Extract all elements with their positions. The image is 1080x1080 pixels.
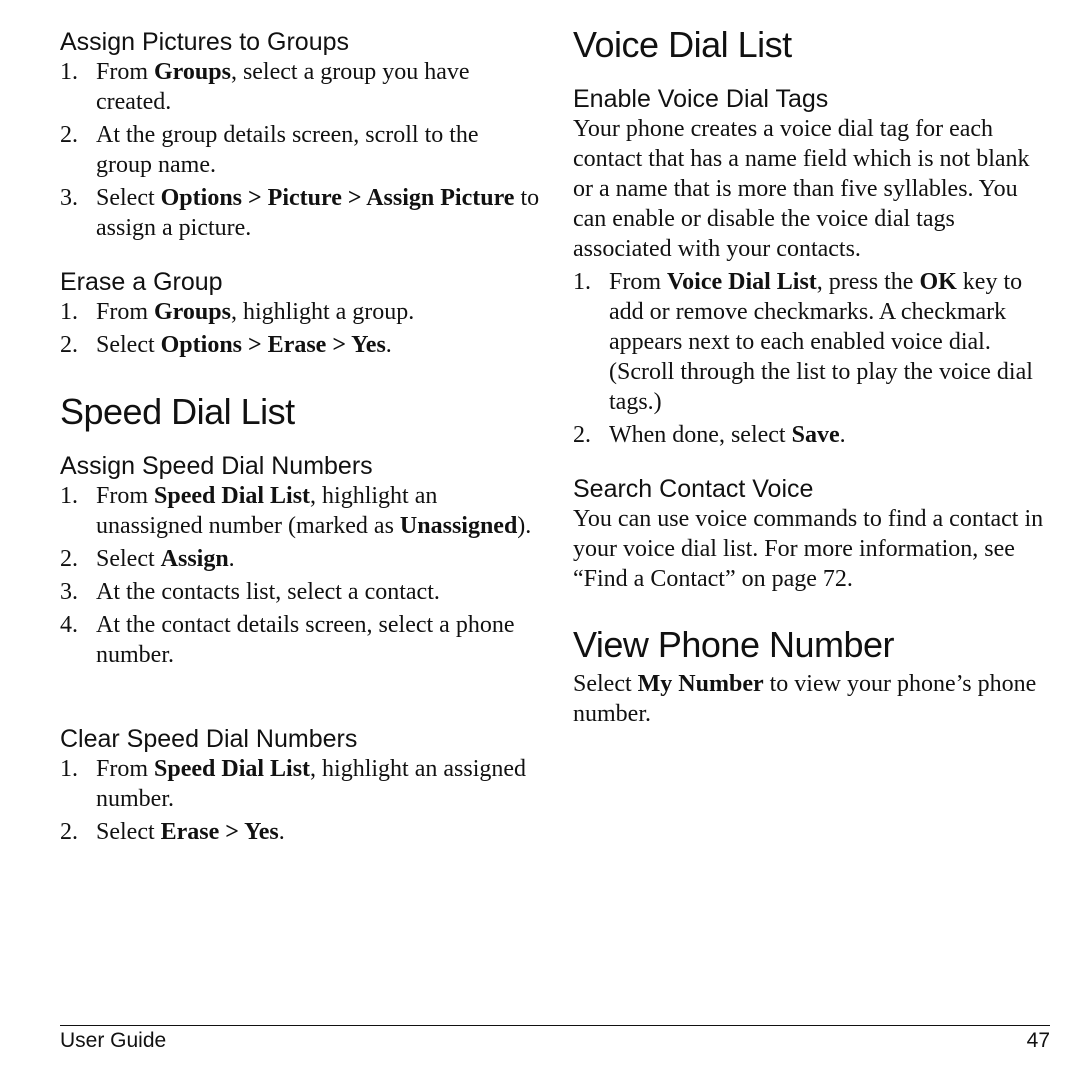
text-run: At the contacts list, select a contact. [96, 579, 440, 605]
subheading-assign-speed-dial: Assign Speed Dial Numbers [60, 452, 373, 480]
steps-list: 1. From Speed Dial List, highlight an ass… [60, 754, 540, 847]
bold-term: Groups [154, 299, 231, 325]
step-number: 3. [60, 185, 78, 211]
text-run: From [96, 483, 155, 509]
step-number: 2. [60, 546, 78, 572]
text-run: From [96, 756, 155, 782]
bold-term: Speed Dial List [154, 756, 311, 782]
step-number: 1. [60, 59, 78, 85]
list-step: 2. Select Assign. [60, 544, 540, 574]
text-run: Select [573, 671, 638, 697]
step-number: 2. [60, 819, 78, 845]
bold-term: OK [919, 269, 957, 295]
text-run: . [278, 819, 285, 845]
section-assign-pictures: Assign Pictures to Groups 1. From Groups,… [60, 27, 540, 246]
text-run: At the contact details screen, select a … [96, 612, 515, 668]
list-step: 2. At the group details screen, scroll to… [60, 120, 540, 180]
list-step: 1. From Speed Dial List, highlight an una… [60, 481, 540, 541]
text-run: , press the [816, 269, 920, 295]
list-step: 2. When done, select Save. [573, 420, 1053, 450]
text-run: When done, select [609, 422, 792, 448]
step-number: 3. [60, 579, 78, 605]
subheading-search-contact-voice: Search Contact Voice [573, 475, 814, 503]
text-run: From [609, 269, 668, 295]
step-number: 1. [60, 299, 78, 325]
text-run: At the group details screen, scroll to t… [96, 122, 479, 178]
bold-term: Assign [160, 546, 229, 572]
step-number: 2. [573, 422, 591, 448]
section-clear-speed-dial: Clear Speed Dial Numbers 1. From Speed Di… [60, 724, 540, 850]
bold-term: Voice Dial List [667, 269, 817, 295]
bold-term: My Number [637, 671, 764, 697]
step-number: 1. [60, 756, 78, 782]
list-step: 2. Select Erase > Yes. [60, 817, 540, 847]
step-number: 1. [60, 483, 78, 509]
bold-term: Options > Erase > Yes [160, 332, 386, 358]
subheading-enable-voice-tags: Enable Voice Dial Tags [573, 85, 829, 113]
section-view-phone-number: View Phone Number Select My Number to vi… [573, 625, 1053, 729]
text-run: . [839, 422, 846, 448]
bold-term: Save [791, 422, 840, 448]
step-number: 2. [60, 122, 78, 148]
text-run: Select [96, 332, 161, 358]
text-run: . [385, 332, 392, 358]
section-search-contact-voice: Search Contact Voice You can use voice c… [573, 474, 1053, 594]
list-step: 2. Select Options > Erase > Yes. [60, 330, 540, 360]
list-step: 1. From Voice Dial List, press the OK key… [573, 267, 1053, 417]
steps-list: 1. From Groups, highlight a group. 2. Selec… [60, 297, 540, 360]
footer-title: User Guide [60, 1029, 167, 1052]
text-run: Select [96, 819, 161, 845]
text-run: . [228, 546, 235, 572]
bold-term: Unassigned [399, 513, 518, 539]
text-run: , highlight a group. [230, 299, 415, 325]
subheading-assign-pictures: Assign Pictures to Groups [60, 28, 350, 56]
footer-divider [60, 1025, 1050, 1026]
steps-list: 1. From Voice Dial List, press the OK key… [573, 267, 1053, 450]
text-run: ). [517, 513, 532, 539]
text-run: From [96, 299, 155, 325]
bold-term: Speed Dial List [154, 483, 311, 509]
bold-term: Erase > Yes [160, 819, 279, 845]
list-step: 3. At the contacts list, select a contact… [60, 577, 540, 607]
section-enable-voice-tags: Enable Voice Dial Tags Your phone create… [573, 84, 1053, 453]
heading-view-phone-number: View Phone Number [573, 624, 895, 665]
list-step: 3. Select Options > Picture > Assign Pict… [60, 183, 540, 243]
list-step: 1. From Groups, highlight a group. [60, 297, 540, 327]
step-number: 2. [60, 332, 78, 358]
subheading-erase-group: Erase a Group [60, 268, 223, 296]
paragraph-enable-voice-tags: Your phone creates a voice dial tag for … [573, 116, 1030, 262]
heading-speed-dial-list: Speed Dial List [60, 391, 295, 432]
section-erase-group: Erase a Group 1. From Groups, highlight a… [60, 267, 540, 363]
section-speed-dial-list: Speed Dial List [60, 392, 540, 432]
step-number: 4. [60, 612, 78, 638]
paragraph-view-phone-number: Select My Number to view your phone’s ph… [573, 669, 1053, 729]
section-voice-dial-list: Voice Dial List [573, 25, 1053, 65]
step-number: 1. [573, 269, 591, 295]
list-step: 1. From Groups, select a group you have c… [60, 57, 540, 117]
text-run: From [96, 59, 155, 85]
list-step: 1. From Speed Dial List, highlight an ass… [60, 754, 540, 814]
steps-list: 1. From Speed Dial List, highlight an una… [60, 481, 540, 670]
bold-term: Groups [154, 59, 231, 85]
list-step: 4. At the contact details screen, select … [60, 610, 540, 670]
steps-list: 1. From Groups, select a group you have c… [60, 57, 540, 243]
page-number: 47 [1026, 1029, 1050, 1052]
bold-term: Options > Picture > Assign Picture [160, 185, 515, 211]
heading-voice-dial-list: Voice Dial List [573, 24, 792, 65]
text-run: Select [96, 185, 161, 211]
section-assign-speed-dial: Assign Speed Dial Numbers 1. From Speed D… [60, 451, 540, 673]
subheading-clear-speed-dial: Clear Speed Dial Numbers [60, 725, 358, 753]
text-run: Select [96, 546, 161, 572]
paragraph-search-contact-voice: You can use voice commands to find a con… [573, 506, 1044, 592]
